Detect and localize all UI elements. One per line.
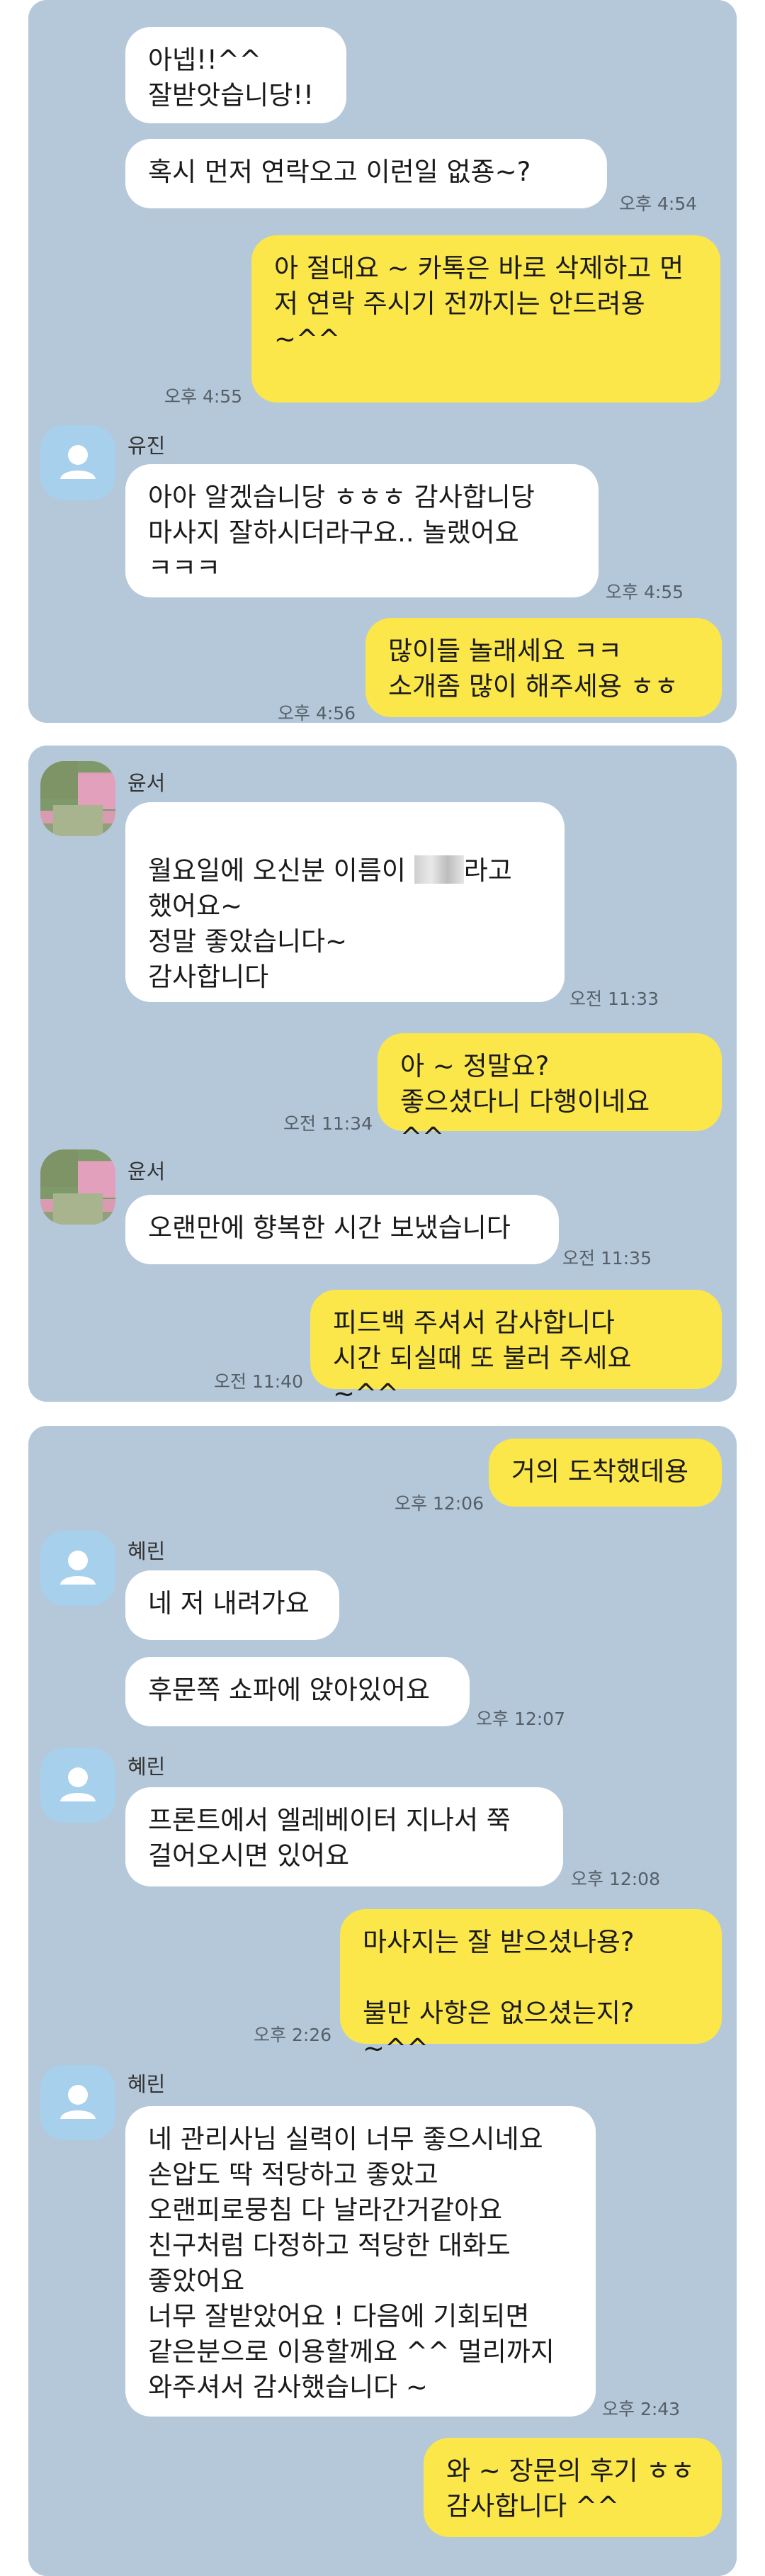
- message-time: 오후 2:43: [602, 2399, 681, 2419]
- incoming-message[interactable]: 월요일에 오신분 이름이 라고 했어요~ 정말 좋았습니다~ 감사합니다: [125, 802, 565, 1002]
- sender-name: 혜린: [128, 1539, 166, 1563]
- message-time: 오후 12:06: [395, 1493, 484, 1514]
- outgoing-message[interactable]: 많이들 놀래세요 ㅋㅋ 소개좀 많이 해주세용 ㅎㅎ: [366, 618, 722, 717]
- message-time: 오후 4:55: [606, 582, 684, 602]
- incoming-message[interactable]: 후문쪽 쇼파에 앉아있어요: [125, 1657, 470, 1726]
- outgoing-message[interactable]: 와 ~ 장문의 후기 ㅎㅎ 감사합니다 ^^: [424, 2438, 722, 2537]
- profile-avatar[interactable]: [40, 1748, 115, 1823]
- profile-avatar[interactable]: [40, 2065, 115, 2140]
- message-time: 오전 11:33: [570, 989, 659, 1009]
- message-time: 오전 11:34: [283, 1113, 373, 1134]
- person-icon: [60, 1551, 96, 1585]
- incoming-message[interactable]: 아넵!!^^ 잘받앗습니당!!: [125, 27, 346, 123]
- message-text: 월요일에 오신분 이름이: [148, 855, 414, 886]
- message-time: 오후 12:07: [476, 1709, 565, 1729]
- redacted-name: [414, 855, 464, 884]
- incoming-message[interactable]: 프론트에서 엘레베이터 지나서 쭉 걸어오시면 있어요: [125, 1787, 563, 1886]
- message-time: 오후 12:08: [571, 1869, 660, 1889]
- message-time: 오후 4:55: [164, 386, 243, 407]
- incoming-message[interactable]: 네 저 내려가요: [125, 1570, 339, 1640]
- sender-name: 유진: [128, 434, 166, 458]
- outgoing-message[interactable]: 거의 도착했데용: [489, 1439, 722, 1507]
- message-time: 오전 11:40: [214, 1371, 303, 1392]
- sender-name: 윤서: [128, 1159, 166, 1183]
- profile-avatar[interactable]: [40, 1149, 115, 1225]
- outgoing-message[interactable]: 아 절대요 ~ 카톡은 바로 삭제하고 먼저 연락 주시기 전까지는 안드려용 …: [251, 235, 720, 403]
- person-icon: [60, 445, 96, 479]
- chat-panel-2: 윤서 월요일에 오신분 이름이 라고 했어요~ 정말 좋았습니다~ 감사합니다 …: [28, 746, 737, 1402]
- incoming-message[interactable]: 오랜만에 향복한 시간 보냈습니다: [125, 1195, 559, 1264]
- message-time: 오전 11:35: [562, 1248, 652, 1269]
- profile-avatar[interactable]: [40, 425, 115, 500]
- chat-panel-1: 아넵!!^^ 잘받앗습니당!! 혹시 먼저 연락오고 이런일 없죵~? 오후 4…: [28, 0, 737, 723]
- outgoing-message[interactable]: 마사지는 잘 받으셨나용? 불만 사항은 없으셨는지? ~^^: [340, 1909, 722, 2064]
- message-time: 오후 2:26: [254, 2025, 332, 2045]
- profile-avatar[interactable]: [40, 1531, 115, 1606]
- message-time: 오후 4:54: [619, 193, 698, 214]
- sender-name: 윤서: [128, 771, 166, 795]
- message-time: 오후 4:56: [278, 703, 356, 723]
- profile-avatar[interactable]: [40, 761, 115, 836]
- outgoing-message[interactable]: 피드백 주셔서 감사합니다 시간 되실때 또 불러 주세요 ~^^: [310, 1290, 722, 1402]
- chat-panel-3: 거의 도착했데용 오후 12:06 혜린 네 저 내려가요 후문쪽 쇼파에 앉아…: [28, 1426, 737, 2576]
- sender-name: 혜린: [128, 2072, 166, 2096]
- sender-name: 혜린: [128, 1755, 166, 1779]
- incoming-message[interactable]: 네 관리사님 실력이 너무 좋으시네요 손압도 딱 적당하고 좋았고 오랜피로뭉…: [125, 2106, 596, 2417]
- incoming-message[interactable]: 혹시 먼저 연락오고 이런일 없죵~?: [125, 139, 607, 208]
- person-icon: [60, 2085, 96, 2119]
- incoming-message[interactable]: 아아 알겠습니당 ㅎㅎㅎ 감사합니당 마사지 잘하시더라구요.. 놀랬어요 ㅋㅋ…: [125, 464, 599, 597]
- outgoing-message[interactable]: 아 ~ 정말요? 좋으셨다니 다행이네요 ^^: [378, 1033, 722, 1152]
- person-icon: [60, 1767, 96, 1801]
